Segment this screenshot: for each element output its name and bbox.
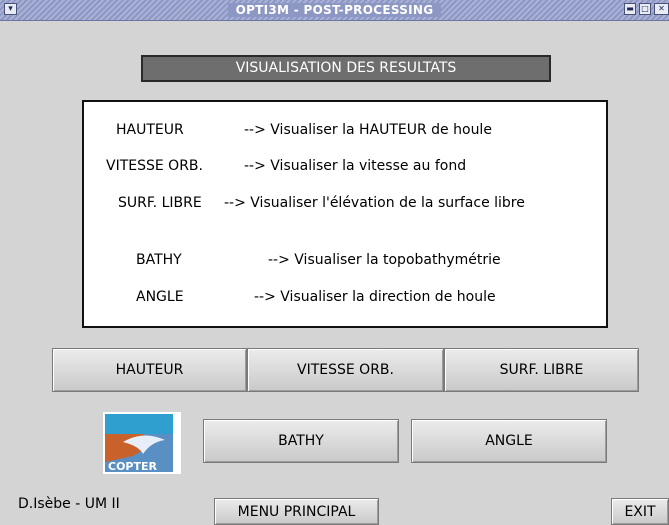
legend-panel: HAUTEUR --> Visualiser la HAUTEUR de hou… xyxy=(82,100,608,328)
legend-desc-vitesse: --> Visualiser la vitesse au fond xyxy=(244,158,467,174)
legend-desc-surf: --> Visualiser l'élévation de la surface… xyxy=(224,195,525,211)
title-bar: ▾ OPTI3M - POST-PROCESSING ▬ □ ✕ xyxy=(0,0,669,21)
legend-key-bathy: BATHY xyxy=(136,252,182,268)
legend-desc-angle: --> Visualiser la direction de houle xyxy=(254,289,496,305)
surf-libre-button[interactable]: SURF. LIBRE xyxy=(444,348,639,392)
close-icon[interactable]: ✕ xyxy=(654,3,669,15)
author-label: D.Isèbe - UM II xyxy=(18,496,120,512)
legend-key-surf: SURF. LIBRE xyxy=(118,195,202,211)
bathy-button[interactable]: BATHY xyxy=(203,419,399,463)
menu-principal-button[interactable]: MENU PRINCIPAL xyxy=(214,498,379,525)
legend-key-vitesse: VITESSE ORB. xyxy=(106,158,203,174)
angle-button[interactable]: ANGLE xyxy=(411,419,607,463)
legend-desc-bathy: --> Visualiser la topobathymétrie xyxy=(268,252,501,268)
copter-logo: COPTER xyxy=(103,412,181,474)
legend-key-hauteur: HAUTEUR xyxy=(116,122,184,138)
exit-button[interactable]: EXIT xyxy=(611,498,669,525)
logo-text: COPTER xyxy=(108,460,158,473)
maximize-icon[interactable]: □ xyxy=(639,3,651,15)
hauteur-button[interactable]: HAUTEUR xyxy=(52,348,247,392)
window-title: OPTI3M - POST-PROCESSING xyxy=(0,0,669,20)
legend-key-angle: ANGLE xyxy=(136,289,184,305)
minimize-icon[interactable]: ▬ xyxy=(624,3,636,15)
vitesse-orb-button[interactable]: VITESSE ORB. xyxy=(247,348,444,392)
results-heading: VISUALISATION DES RESULTATS xyxy=(141,55,551,82)
legend-desc-hauteur: --> Visualiser la HAUTEUR de houle xyxy=(244,122,492,138)
